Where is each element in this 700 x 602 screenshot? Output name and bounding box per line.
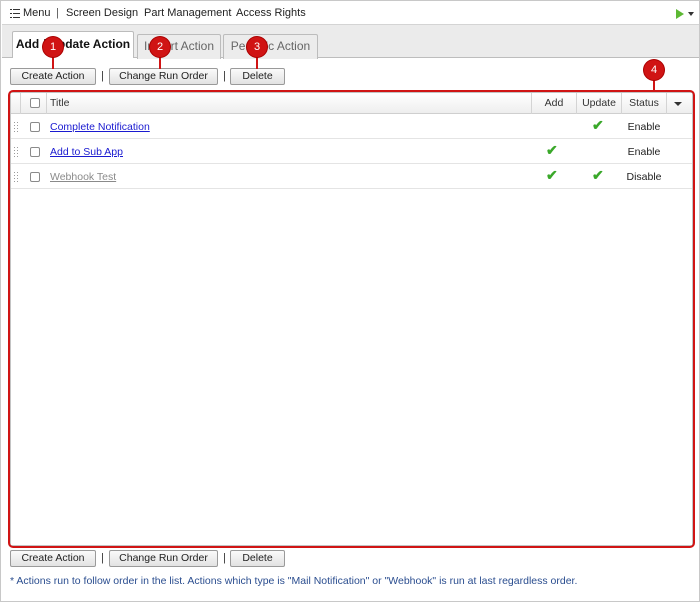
grid-header: Title Add Update Status — [11, 93, 692, 114]
create-action-button-bottom[interactable]: Create Action — [10, 550, 96, 567]
top-menu-bar: Menu | Screen Design Part Management Acc… — [2, 2, 699, 25]
delete-button[interactable]: Delete — [230, 68, 285, 85]
actions-grid: Title Add Update Status Complete Notific… — [10, 92, 693, 546]
add-check-icon: ✔ — [546, 142, 558, 158]
header-select-cell — [21, 93, 47, 114]
nav-part-management[interactable]: Part Management — [144, 7, 231, 19]
column-update[interactable]: Update — [577, 93, 622, 114]
column-menu-icon[interactable] — [674, 102, 682, 106]
toolbar-separator: | — [223, 552, 226, 564]
callout-badge-1: 1 — [43, 37, 63, 57]
menu-button[interactable]: Menu — [10, 7, 51, 19]
nav-screen-design[interactable]: Screen Design — [66, 7, 138, 19]
toolbar-separator: | — [223, 70, 226, 82]
table-row[interactable]: Webhook Test ✔ ✔ Disable — [11, 165, 692, 189]
drag-handle-icon[interactable] — [14, 122, 19, 132]
tab-periodic-action[interactable]: Periodic Action — [223, 34, 318, 59]
update-check-icon: ✔ — [592, 167, 604, 183]
row-checkbox[interactable] — [30, 172, 40, 182]
select-all-checkbox[interactable] — [30, 98, 40, 108]
status-text: Enable — [627, 121, 661, 133]
column-status[interactable]: Status — [622, 93, 667, 114]
toolbar-separator: | — [101, 552, 104, 564]
row-checkbox[interactable] — [30, 147, 40, 157]
callout-badge-2: 2 — [150, 37, 170, 57]
nav-access-rights[interactable]: Access Rights — [236, 7, 306, 19]
app-window: Menu | Screen Design Part Management Acc… — [0, 0, 700, 602]
header-grip-cell — [11, 93, 21, 114]
create-action-button[interactable]: Create Action — [10, 68, 96, 85]
status-text: Enable — [627, 146, 661, 158]
row-checkbox[interactable] — [30, 122, 40, 132]
add-check-icon: ✔ — [546, 167, 558, 183]
tab-add-update-action[interactable]: Add / Update Action — [12, 31, 134, 58]
callout-pointer — [159, 55, 161, 69]
status-text: Disable — [626, 171, 662, 183]
drag-handle-icon[interactable] — [14, 147, 19, 157]
action-title-link[interactable]: Complete Notification — [50, 121, 150, 133]
column-title[interactable]: Title — [47, 93, 532, 114]
menu-separator: | — [56, 7, 59, 19]
hamburger-menu-icon — [10, 8, 20, 18]
callout-badge-4: 4 — [644, 60, 664, 80]
callout-pointer — [52, 55, 54, 69]
drag-handle-icon[interactable] — [14, 172, 19, 182]
menu-label: Menu — [23, 7, 51, 19]
toolbar-separator: | — [101, 70, 104, 82]
table-row[interactable]: Complete Notification ✔ Enable — [11, 115, 692, 139]
action-title-link[interactable]: Webhook Test — [50, 171, 116, 183]
callout-badge-3: 3 — [247, 37, 267, 57]
delete-button-bottom[interactable]: Delete — [230, 550, 285, 567]
callout-pointer — [256, 55, 258, 69]
change-run-order-button[interactable]: Change Run Order — [109, 68, 218, 85]
table-row[interactable]: Add to Sub App ✔ Enable — [11, 140, 692, 164]
tab-strip: Add / Update Action Import Action Period… — [2, 25, 699, 59]
caret-down-icon[interactable] — [688, 12, 694, 16]
action-title-link[interactable]: Add to Sub App — [50, 146, 123, 158]
play-icon[interactable] — [676, 9, 684, 19]
update-check-icon: ✔ — [592, 117, 604, 133]
run-order-footnote: * Actions run to follow order in the lis… — [10, 575, 578, 587]
change-run-order-button-bottom[interactable]: Change Run Order — [109, 550, 218, 567]
column-add[interactable]: Add — [532, 93, 577, 114]
